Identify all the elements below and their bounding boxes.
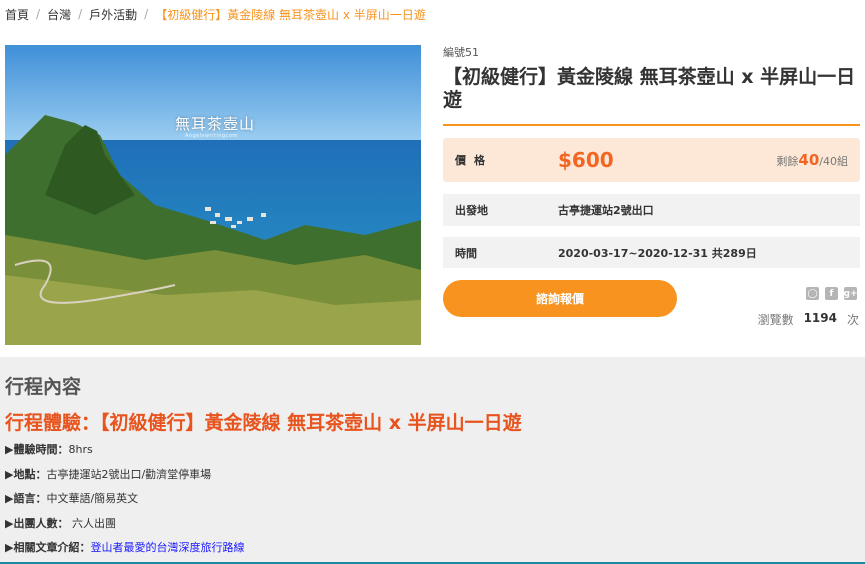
remain-count: 40 bbox=[798, 151, 820, 169]
detail-group-size: ▶出團人數： 六人出團 bbox=[5, 515, 116, 531]
remain-prefix: 剩餘 bbox=[776, 155, 799, 168]
price-row: 價格 $600 剩餘40/40組 bbox=[443, 138, 860, 182]
departure-row: 出發地 古亭捷運站2號出口 bbox=[443, 194, 860, 226]
title-divider bbox=[443, 124, 860, 126]
breadcrumb: 首頁 / 台灣 / 戶外活動 / 【初級健行】黃金陵線 無耳茶壺山 x 半屏山一… bbox=[5, 6, 426, 22]
detail-key: ▶相關文章介紹： bbox=[5, 541, 91, 554]
detail-value: 古亭捷運站2號出口/勸濟堂停車場 bbox=[46, 468, 212, 481]
detail-location: ▶地點：古亭捷運站2號出口/勸濟堂停車場 bbox=[5, 466, 211, 482]
photo-caption: 無耳茶壺山 bbox=[175, 115, 256, 133]
departure-label: 出發地 bbox=[455, 204, 488, 217]
breadcrumb-separator: / bbox=[78, 7, 83, 21]
photo-watermark: Angelswritingcom bbox=[185, 133, 238, 139]
detail-language: ▶語言：中文華語/簡易英文 bbox=[5, 490, 138, 506]
breadcrumb-home[interactable]: 首頁 bbox=[5, 6, 29, 23]
views-label: 瀏覽數 bbox=[757, 313, 794, 327]
line-icon[interactable]: ◯ bbox=[806, 287, 819, 300]
remain-suffix: /40組 bbox=[819, 155, 848, 168]
product-title: 【初級健行】黃金陵線 無耳茶壺山 x 半屏山一日遊 bbox=[443, 66, 856, 111]
detail-key: ▶出團人數： bbox=[5, 517, 69, 530]
product-photo: 無耳茶壺山 Angelswritingcom bbox=[5, 45, 421, 345]
experience-title: 行程體驗：【初級健行】黃金陵線 無耳茶壺山 x 半屏山一日遊 bbox=[5, 412, 522, 434]
time-value: 2020-03-17~2020-12-31 共289日 bbox=[558, 246, 757, 260]
time-row: 時間 2020-03-17~2020-12-31 共289日 bbox=[443, 237, 860, 268]
price-value: $600 bbox=[558, 148, 614, 172]
product-serial: 編號51 bbox=[443, 46, 479, 59]
views-unit: 次 bbox=[846, 313, 859, 327]
detail-key: ▶體驗時間： bbox=[5, 443, 69, 456]
landscape-illustration bbox=[5, 45, 421, 345]
time-label: 時間 bbox=[455, 246, 477, 260]
itinerary-section: 行程內容 行程體驗：【初級健行】黃金陵線 無耳茶壺山 x 半屏山一日遊 ▶體驗時… bbox=[0, 357, 865, 564]
facebook-icon[interactable]: f bbox=[825, 287, 838, 300]
breadcrumb-current: 【初級健行】黃金陵線 無耳茶壺山 x 半屏山一日遊 bbox=[155, 7, 426, 22]
breadcrumb-outdoor[interactable]: 戶外活動 bbox=[89, 6, 137, 23]
remaining-slots: 剩餘40/40組 bbox=[776, 151, 848, 169]
detail-value: 六人出團 bbox=[68, 517, 116, 530]
departure-value: 古亭捷運站2號出口 bbox=[558, 204, 654, 217]
views-count: 1194 bbox=[803, 311, 837, 325]
google-plus-icon[interactable]: g+ bbox=[844, 287, 858, 300]
view-counter: 瀏覽數 1194 次 bbox=[758, 311, 859, 328]
breadcrumb-separator: / bbox=[36, 7, 41, 21]
inquire-button[interactable]: 諮詢報價 bbox=[443, 280, 677, 317]
price-label: 價格 bbox=[455, 154, 493, 167]
breadcrumb-taiwan[interactable]: 台灣 bbox=[47, 6, 71, 23]
detail-key: ▶語言： bbox=[5, 492, 47, 505]
share-buttons: ◯ f g+ bbox=[806, 287, 858, 300]
detail-related-article: ▶相關文章介紹：登山者最愛的台灣深度旅行路線 bbox=[5, 539, 244, 555]
breadcrumb-separator: / bbox=[144, 7, 149, 21]
related-article-link[interactable]: 登山者最愛的台灣深度旅行路線 bbox=[90, 541, 244, 554]
detail-key: ▶地點： bbox=[5, 468, 47, 481]
section-title: 行程內容 bbox=[5, 376, 82, 398]
detail-value: 8hrs bbox=[68, 443, 93, 456]
detail-duration: ▶體驗時間：8hrs bbox=[5, 441, 93, 457]
detail-value: 中文華語/簡易英文 bbox=[46, 492, 139, 505]
